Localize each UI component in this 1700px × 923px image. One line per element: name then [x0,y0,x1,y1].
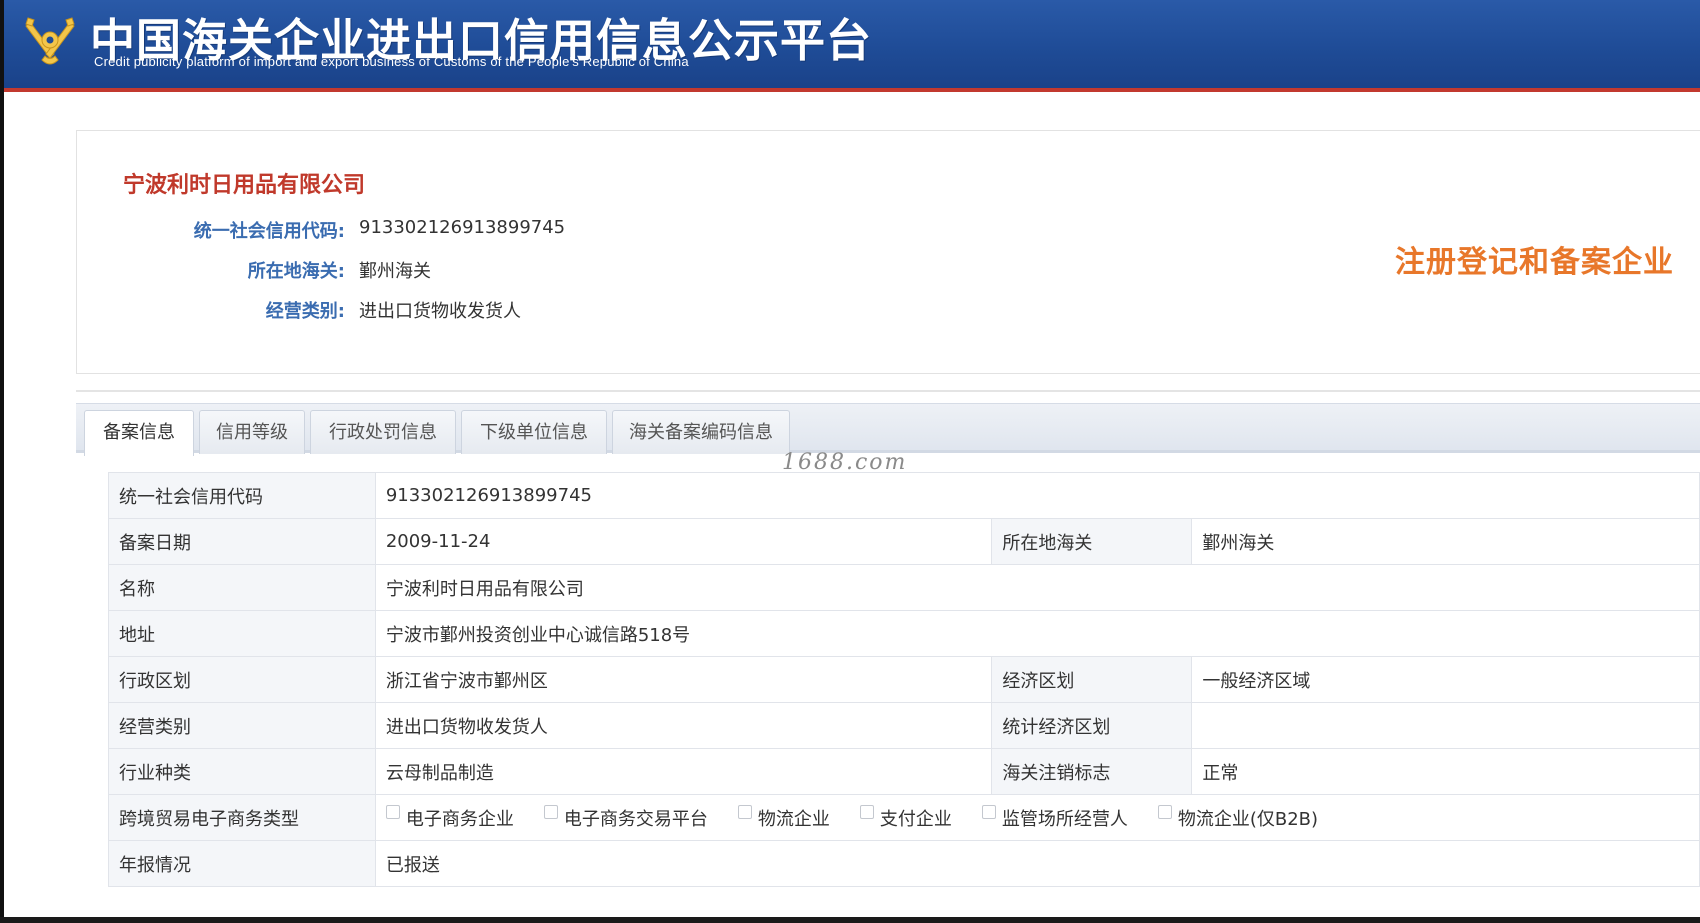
field-label: 统计经济区划 [991,702,1193,749]
checkbox[interactable] [543,804,558,819]
summary-value: 鄞州海关 [359,261,431,282]
table-row: 跨境贸易电子商务类型 电子商务企业 电子商务交易平台 物流企业 支付企业 监管场… [108,794,1700,841]
tab-filing-info[interactable]: 备案信息 [84,410,194,456]
window-left-border [0,0,4,923]
checkbox[interactable] [1157,804,1172,819]
summary-label: 经营类别: [265,301,345,322]
table-row: 行政区划 浙江省宁波市鄞州区 经济区划 一般经济区域 [108,656,1700,703]
field-label: 海关注销标志 [991,748,1193,795]
table-row: 年报情况 已报送 [108,840,1700,887]
field-label: 跨境贸易电子商务类型 [108,794,376,841]
checkbox-label: 电子商务企业 [405,808,514,830]
field-value: 进出口货物收发货人 [374,702,993,749]
company-summary-card: 宁波利时日用品有限公司 统一社会信用代码: 913302126913899745… [76,130,1700,374]
table-row: 备案日期 2009-11-24 所在地海关 鄞州海关 [108,518,1700,565]
table-row: 地址 宁波市鄞州投资创业中心诚信路518号 [108,610,1700,657]
field-value: 宁波市鄞州投资创业中心诚信路518号 [374,610,1700,657]
field-label: 名称 [108,564,376,611]
field-value: 正常 [1191,748,1700,795]
table-row: 统一社会信用代码 913302126913899745 [108,472,1700,519]
checkbox[interactable] [385,804,400,819]
summary-value: 913302126913899745 [359,217,566,238]
summary-label: 统一社会信用代码: [193,221,345,242]
field-label: 经济区划 [991,656,1193,703]
tab-customs-codes[interactable]: 海关备案编码信息 [612,410,790,454]
customs-emblem-icon [25,17,75,65]
checkbox-label: 支付企业 [879,808,952,830]
ecommerce-option[interactable]: 电子商务企业 [385,804,514,831]
table-row: 经营类别 进出口货物收发货人 统计经济区划 [108,702,1700,749]
field-label: 所在地海关 [991,518,1193,565]
checkbox[interactable] [859,804,874,819]
table-row: 行业种类 云母制品制造 海关注销标志 正常 [108,748,1700,795]
section-divider [76,390,1700,392]
field-value: 913302126913899745 [374,472,1700,519]
enterprise-status-badge: 注册登记和备案企业 [1395,245,1674,280]
field-value: 浙江省宁波市鄞州区 [374,656,993,703]
filing-detail-table: 统一社会信用代码 913302126913899745 备案日期 2009-11… [108,472,1700,887]
company-name: 宁波利时日用品有限公司 [123,173,366,198]
table-row: 名称 宁波利时日用品有限公司 [108,564,1700,611]
checkbox-label: 物流企业(仅B2B) [1177,808,1319,830]
field-value: 已报送 [374,840,1700,887]
field-value [1191,702,1700,749]
tab-admin-penalty[interactable]: 行政处罚信息 [310,410,456,454]
checkbox[interactable] [737,804,752,819]
checkbox-label: 物流企业 [757,808,830,830]
checkbox-label: 监管场所经营人 [1001,808,1128,830]
field-label: 经营类别 [108,702,376,749]
tab-credit-rating[interactable]: 信用等级 [199,410,305,454]
field-label: 备案日期 [108,518,376,565]
field-value: 鄞州海关 [1191,518,1700,565]
field-value: 2009-11-24 [374,518,993,565]
field-label: 年报情况 [108,840,376,887]
tab-subordinate-units[interactable]: 下级单位信息 [461,410,607,454]
summary-label: 所在地海关: [247,261,345,282]
ecommerce-type-options: 电子商务企业 电子商务交易平台 物流企业 支付企业 监管场所经营人 物流企业(仅… [374,794,1700,841]
field-label: 统一社会信用代码 [108,472,376,519]
ecommerce-option[interactable]: 监管场所经营人 [981,804,1128,831]
site-header: 中国海关企业进出口信用信息公示平台 Credit publicity platf… [4,0,1700,92]
summary-value: 进出口货物收发货人 [359,301,521,322]
ecommerce-option[interactable]: 物流企业 [737,804,830,831]
window-bottom-border [0,917,1700,923]
field-value: 宁波利时日用品有限公司 [374,564,1700,611]
ecommerce-option[interactable]: 物流企业(仅B2B) [1157,804,1319,831]
field-label: 地址 [108,610,376,657]
field-value: 一般经济区域 [1191,656,1700,703]
summary-row-business-type: 经营类别: 进出口货物收发货人 [77,297,1700,323]
field-label: 行业种类 [108,748,376,795]
ecommerce-option[interactable]: 支付企业 [859,804,952,831]
checkbox[interactable] [981,804,996,819]
field-label: 行政区划 [108,656,376,703]
field-value: 云母制品制造 [374,748,993,795]
checkbox-label: 电子商务交易平台 [563,808,708,830]
ecommerce-option[interactable]: 电子商务交易平台 [543,804,708,831]
site-subtitle: Credit publicity platform of import and … [94,54,689,69]
